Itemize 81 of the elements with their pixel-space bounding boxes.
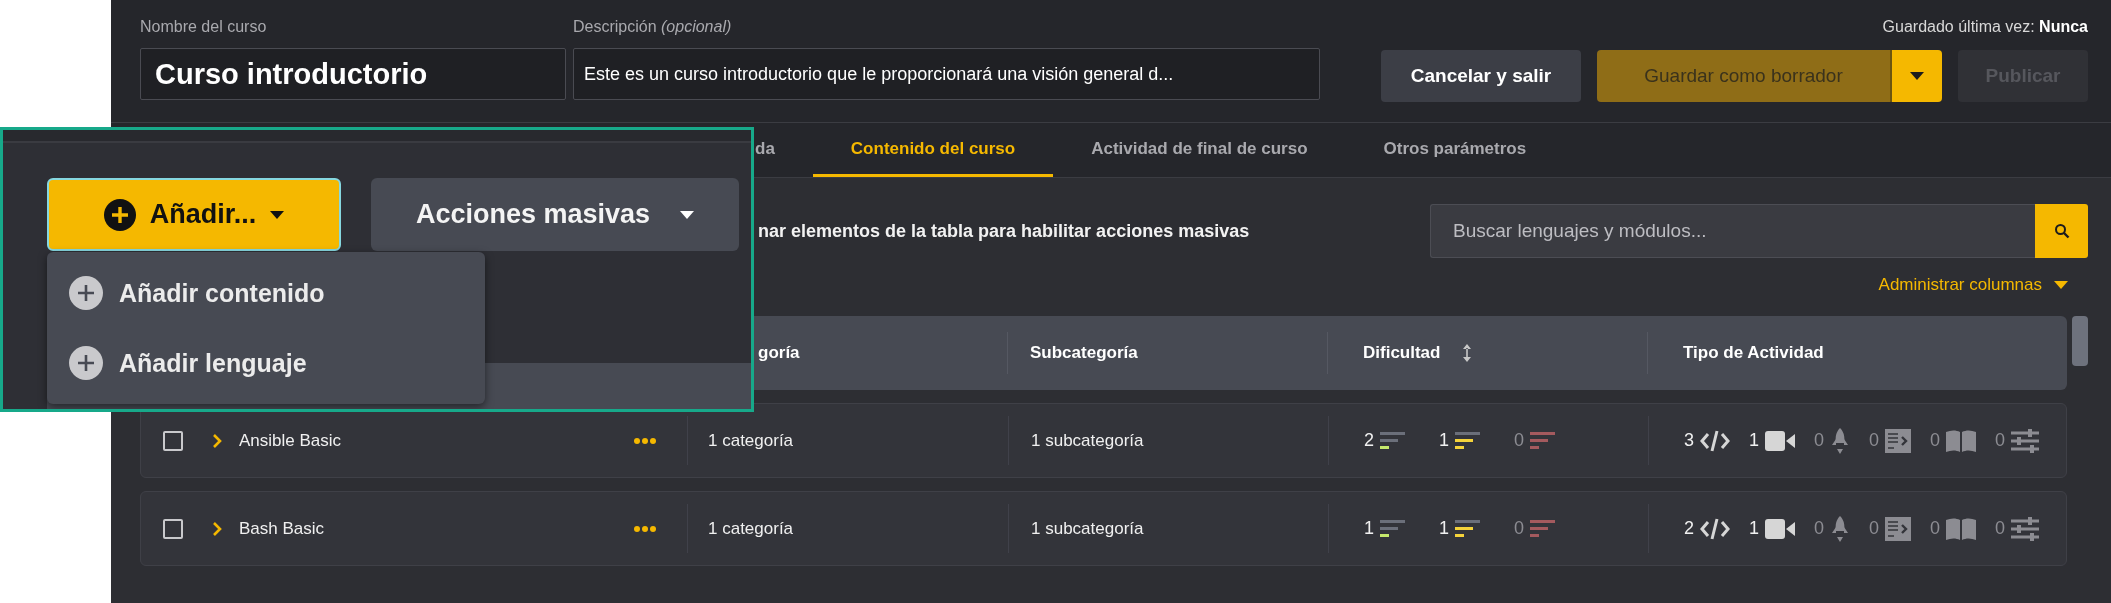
- book-icon: [1946, 429, 1977, 452]
- difficulty-bars-icon: [1380, 430, 1406, 451]
- column-header: goría: [758, 343, 800, 363]
- tab[interactable]: Contenido del curso: [812, 123, 1054, 177]
- dropdown-button[interactable]: [1890, 50, 1942, 102]
- chevron-right-icon[interactable]: [212, 520, 222, 537]
- checkbox[interactable]: [163, 430, 183, 451]
- bulk-actions-button[interactable]: Acciones masivas: [371, 178, 739, 251]
- caret-icon: [1910, 72, 1924, 80]
- count-text: 0: [1514, 430, 1525, 451]
- row-name: Bash Basic: [239, 518, 325, 539]
- plus-circle-icon: [69, 346, 103, 380]
- menu-item[interactable]: Añadir contenido: [47, 258, 485, 328]
- table-cell: 1 categoría: [708, 518, 794, 539]
- difficulty-bars-icon: [1455, 518, 1482, 539]
- row-name: Ansible Basic: [239, 430, 342, 451]
- table-cell: 1 subcategoría: [1031, 518, 1144, 539]
- chevron-right-icon[interactable]: [212, 432, 222, 449]
- tab[interactable]: Actividad de final de curso: [1053, 123, 1346, 177]
- difficulty-bars-icon: [1530, 430, 1557, 451]
- table-row[interactable]: Ansible Basic 1 categoría 1 subcategoría 2 1 0 3 1 0 0 0 0: [140, 403, 2067, 478]
- difficulty-bars-icon: [1455, 430, 1482, 451]
- count-text: 2: [1684, 518, 1694, 539]
- add-button[interactable]: Añadir...: [47, 178, 341, 251]
- scrollbar-thumb[interactable]: [2072, 316, 2088, 366]
- tab[interactable]: Otros parámetros: [1345, 123, 1565, 177]
- saved-status: Guardado última vez: Nunca: [1882, 17, 2088, 37]
- hint-text: nar elementos de la tabla para habilitar acciones masivas: [758, 220, 1250, 242]
- video-camera-icon: [1765, 430, 1796, 451]
- search-icon: [2053, 223, 2070, 239]
- column-header: Tipo de Actividad: [1683, 343, 1824, 363]
- count-text: 0: [1814, 430, 1825, 451]
- caret-icon: [680, 210, 695, 219]
- count-text: 1: [1749, 518, 1760, 539]
- field-label: Nombre del curso: [140, 17, 268, 37]
- column-header: Subcategoría: [1030, 343, 1138, 363]
- code-icon: [1700, 517, 1730, 540]
- checkbox[interactable]: [163, 518, 183, 539]
- description-field[interactable]: Este es un curso introductorio que le proporcionará una visión general d...: [573, 48, 1320, 100]
- table-row[interactable]: Bash Basic 1 categoría 1 subcategoría 1 1 0 2 1 0 0 0 0: [140, 491, 2067, 566]
- count-text: 3: [1684, 430, 1694, 451]
- menu-item[interactable]: Añadir lenguaje: [47, 328, 485, 398]
- column-header: Dificultad: [1363, 343, 1441, 363]
- search-button[interactable]: [2035, 204, 2088, 258]
- video-camera-icon: [1765, 518, 1796, 539]
- course-name-field[interactable]: Curso introductorio: [140, 48, 566, 100]
- search-field[interactable]: Buscar lenguajes y módulos...: [1430, 204, 2035, 258]
- rocket-icon: [1830, 427, 1851, 454]
- tab[interactable]: da: [755, 123, 813, 177]
- sort-icon: [1462, 343, 1473, 363]
- field-label: Descripción (opcional): [573, 17, 733, 37]
- count-text: 0: [1869, 430, 1880, 451]
- sliders-icon: [2011, 516, 2040, 541]
- caret-icon: [270, 210, 285, 219]
- count-text: 1: [1364, 518, 1374, 539]
- count-text: 0: [1814, 518, 1825, 539]
- difficulty-bars-icon: [1530, 518, 1557, 539]
- count-text: 1: [1439, 518, 1450, 539]
- sliders-icon: [2011, 428, 2040, 453]
- difficulty-bars-icon: [1380, 518, 1406, 539]
- count-text: 1: [1439, 430, 1450, 451]
- caret-icon: [2054, 281, 2068, 289]
- count-text: 0: [1869, 518, 1880, 539]
- more-options-icon[interactable]: [634, 437, 656, 444]
- table-cell: 1 subcategoría: [1031, 430, 1144, 451]
- count-text: 0: [1930, 430, 1941, 451]
- count-text: 0: [1995, 430, 2006, 451]
- rocket-icon: [1830, 515, 1851, 542]
- count-text: 0: [1514, 518, 1525, 539]
- count-text: 1: [1749, 430, 1760, 451]
- count-text: 0: [1930, 518, 1941, 539]
- plus-circle-icon: [103, 198, 136, 231]
- table-cell: 1 categoría: [708, 430, 794, 451]
- count-text: 2: [1364, 430, 1374, 451]
- cancel-button[interactable]: Cancelar y salir: [1381, 50, 1581, 102]
- manage-columns-link[interactable]: Administrar columnas: [1878, 275, 2068, 295]
- code-icon: [1700, 429, 1730, 452]
- book-icon: [1946, 517, 1977, 540]
- more-options-icon[interactable]: [634, 525, 656, 532]
- count-text: 0: [1995, 518, 2006, 539]
- plus-circle-icon: [69, 276, 103, 310]
